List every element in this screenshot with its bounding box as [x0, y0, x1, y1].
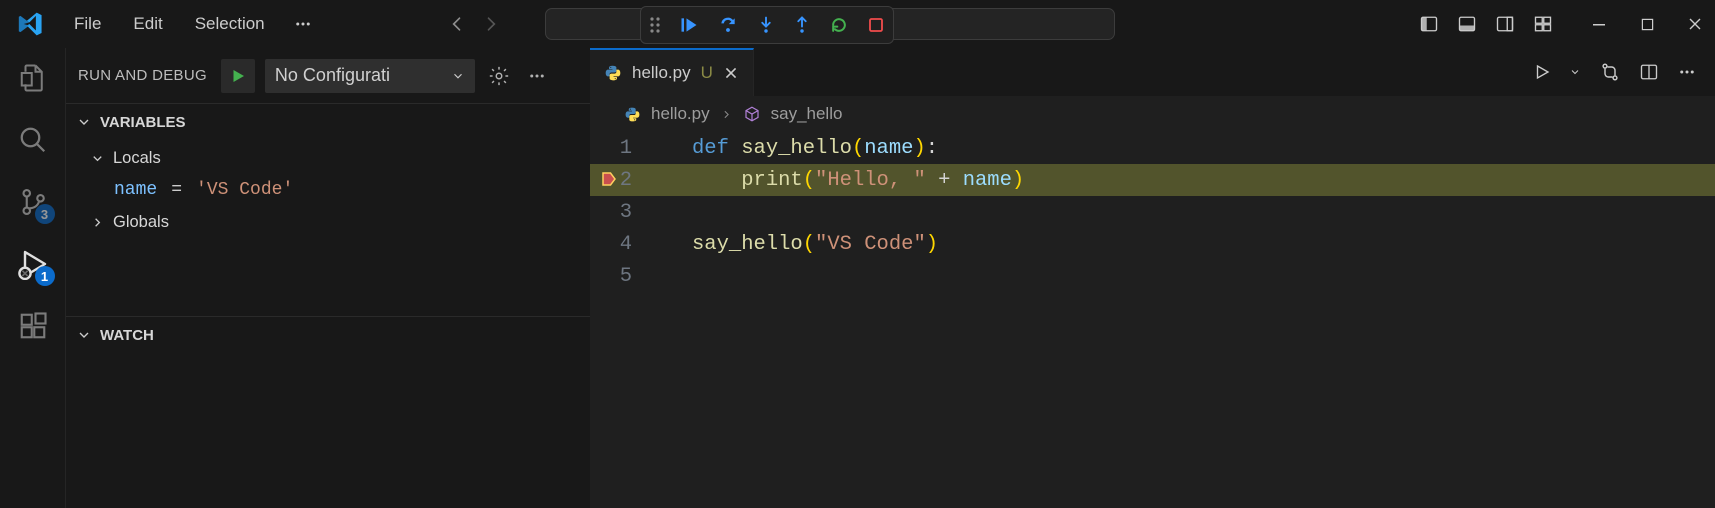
tab-filename: hello.py: [632, 63, 691, 83]
locals-label: Locals: [113, 149, 161, 168]
vscode-logo-icon: [16, 9, 46, 39]
editor-tabs: hello.py U: [590, 48, 1715, 96]
line-number: 5: [590, 265, 662, 288]
toggle-secondary-sidebar-icon[interactable]: [1495, 14, 1515, 34]
watch-title: WATCH: [100, 327, 154, 344]
activity-debug-icon[interactable]: 1: [15, 246, 51, 282]
menu-selection[interactable]: Selection: [181, 10, 279, 38]
chevron-right-icon: [90, 215, 105, 230]
breadcrumb-symbol[interactable]: say_hello: [771, 104, 843, 124]
debug-continue-icon[interactable]: [679, 15, 699, 35]
code-editor[interactable]: 1def say_hello(name):2 print("Hello, " +…: [590, 132, 1715, 292]
titlebar: File Edit Selection: [0, 0, 1715, 48]
debug-step-into-icon[interactable]: [757, 15, 775, 35]
debug-restart-icon[interactable]: [829, 15, 849, 35]
scm-compare-icon[interactable]: [1599, 62, 1621, 82]
variables-title: VARIABLES: [100, 114, 186, 131]
nav-history: [447, 14, 501, 34]
tab-close-icon[interactable]: [723, 65, 739, 81]
debug-more-icon[interactable]: [523, 62, 551, 90]
debug-stop-icon[interactable]: [867, 16, 885, 34]
debug-step-over-icon[interactable]: [717, 15, 739, 35]
globals-scope[interactable]: Globals: [66, 206, 590, 238]
editor-actions: [1533, 48, 1715, 96]
scm-badge: 3: [35, 204, 55, 224]
tab-hello-py[interactable]: hello.py U: [590, 48, 754, 96]
chevron-down-icon: [451, 69, 465, 83]
line-code[interactable]: def say_hello(name):: [662, 137, 938, 160]
line-number: 3: [590, 201, 662, 224]
line-number: 4: [590, 233, 662, 256]
nav-forward-icon[interactable]: [481, 14, 501, 34]
symbol-method-icon: [743, 105, 761, 123]
layout-controls: [1419, 14, 1553, 34]
breadcrumb-file[interactable]: hello.py: [651, 104, 710, 124]
activity-explorer-icon[interactable]: [15, 60, 51, 96]
run-dropdown-icon[interactable]: [1569, 66, 1581, 78]
python-file-icon: [624, 106, 641, 123]
debug-settings-icon[interactable]: [485, 62, 513, 90]
watch-header[interactable]: WATCH: [66, 317, 590, 353]
debug-sidebar-header: RUN AND DEBUG No Configurati: [66, 48, 590, 103]
debug-step-out-icon[interactable]: [793, 15, 811, 35]
locals-scope[interactable]: Locals: [66, 142, 590, 174]
activity-extensions-icon[interactable]: [15, 308, 51, 344]
debug-sidebar: RUN AND DEBUG No Configurati VARIABLES: [65, 48, 590, 508]
variables-section: VARIABLES Locals name = 'VS Code' Global…: [66, 103, 590, 248]
window-controls: [1589, 14, 1705, 34]
editor-group: hello.py U hello.py: [590, 48, 1715, 508]
menu-file[interactable]: File: [60, 10, 115, 38]
debug-config-select[interactable]: No Configurati: [265, 59, 475, 93]
debug-toolbar[interactable]: [640, 6, 894, 44]
breadcrumb-separator-icon: [720, 108, 733, 121]
tab-git-status: U: [701, 63, 713, 83]
start-debug-button[interactable]: [221, 59, 255, 93]
line-number: 1: [590, 137, 662, 160]
watch-section: WATCH: [66, 316, 590, 353]
code-line[interactable]: 2 print("Hello, " + name): [590, 164, 1715, 196]
line-code[interactable]: say_hello("VS Code"): [662, 233, 938, 256]
toggle-panel-icon[interactable]: [1457, 14, 1477, 34]
window-close-icon[interactable]: [1685, 14, 1705, 34]
activity-scm-icon[interactable]: 3: [15, 184, 51, 220]
run-file-icon[interactable]: [1533, 63, 1551, 81]
variable-name: name: [114, 180, 157, 200]
activity-bar: 3 1: [0, 48, 65, 508]
nav-back-icon[interactable]: [447, 14, 467, 34]
sidebar-title: RUN AND DEBUG: [78, 67, 207, 84]
globals-label: Globals: [113, 213, 169, 232]
debug-config-label: No Configurati: [275, 65, 390, 86]
variable-value: 'VS Code': [196, 180, 293, 200]
menu-more-icon[interactable]: [283, 11, 323, 37]
line-code[interactable]: print("Hello, " + name): [662, 169, 1715, 192]
code-line[interactable]: 4say_hello("VS Code"): [590, 228, 1715, 260]
python-file-icon: [604, 64, 622, 82]
breadcrumbs[interactable]: hello.py say_hello: [590, 96, 1715, 132]
debug-badge: 1: [35, 266, 55, 286]
chevron-down-icon: [76, 327, 92, 343]
window-maximize-icon[interactable]: [1637, 14, 1657, 34]
customize-layout-icon[interactable]: [1533, 14, 1553, 34]
breakpoint-current-icon[interactable]: [600, 170, 618, 188]
menu-edit[interactable]: Edit: [119, 10, 176, 38]
toggle-primary-sidebar-icon[interactable]: [1419, 14, 1439, 34]
window-minimize-icon[interactable]: [1589, 14, 1609, 34]
split-editor-icon[interactable]: [1639, 63, 1659, 81]
code-line[interactable]: 1def say_hello(name):: [590, 132, 1715, 164]
variables-header[interactable]: VARIABLES: [66, 104, 590, 140]
activity-search-icon[interactable]: [15, 122, 51, 158]
code-line[interactable]: 3: [590, 196, 1715, 228]
chevron-down-icon: [90, 151, 105, 166]
chevron-down-icon: [76, 114, 92, 130]
code-line[interactable]: 5: [590, 260, 1715, 292]
editor-more-icon[interactable]: [1677, 63, 1697, 81]
debug-grip-icon[interactable]: [649, 16, 661, 34]
variable-row[interactable]: name = 'VS Code': [66, 174, 590, 206]
